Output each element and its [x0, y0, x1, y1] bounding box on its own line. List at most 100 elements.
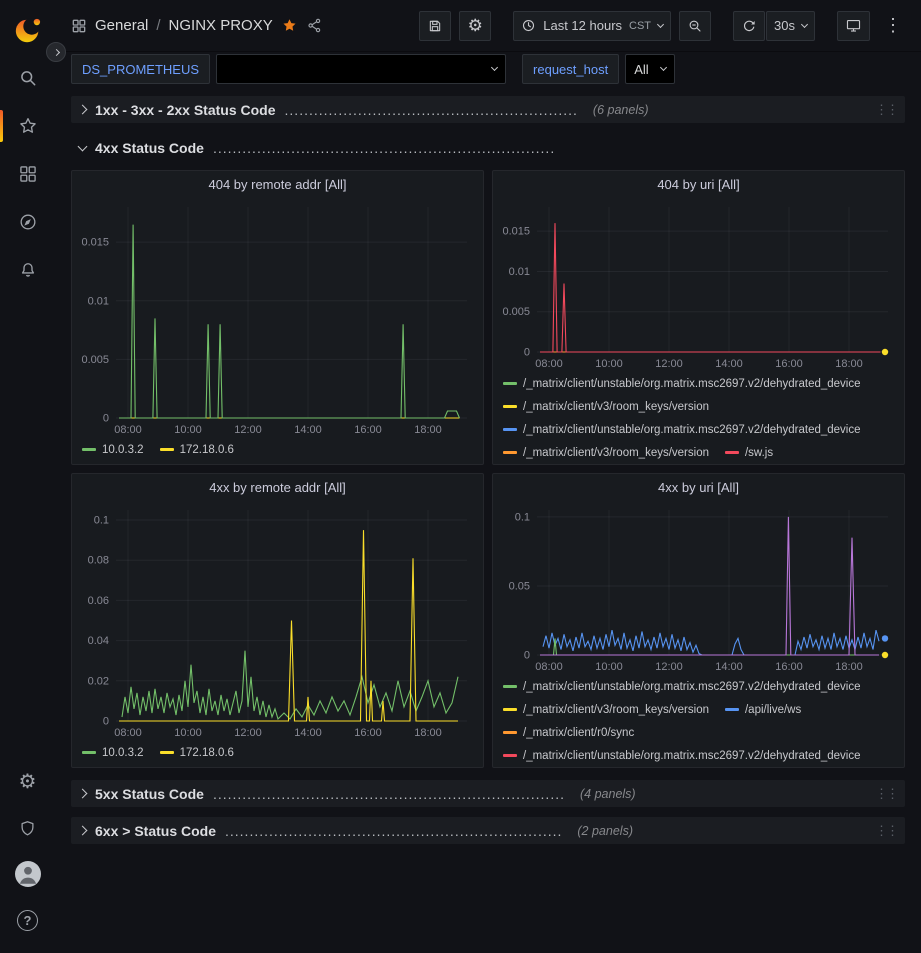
panel-title[interactable]: 404 by uri [All]	[493, 171, 904, 199]
main-area: General / NGINX PROXY ⚙	[55, 0, 921, 953]
save-icon	[427, 18, 443, 34]
request-host-value: All	[634, 62, 648, 77]
legend-series-swatch	[725, 451, 739, 454]
panel-404-by-uri: 404 by uri [All] 08:0010:0012:0014:0016:…	[492, 170, 905, 465]
svg-text:08:00: 08:00	[535, 358, 563, 370]
svg-text:08:00: 08:00	[114, 424, 142, 436]
svg-text:08:00: 08:00	[535, 661, 563, 673]
refresh-group: 30s	[733, 11, 815, 41]
dashboard-settings-button[interactable]: ⚙	[459, 11, 491, 41]
bell-icon	[18, 260, 38, 280]
refresh-interval-dropdown[interactable]: 30s	[766, 11, 815, 41]
legend-series-swatch	[725, 708, 739, 711]
sidebar-item-configuration[interactable]: ⚙	[0, 759, 55, 805]
row-drag-handle-icon[interactable]: ⋮⋮	[875, 823, 897, 839]
sidebar-item-server-admin[interactable]	[0, 805, 55, 851]
share-icon[interactable]	[306, 17, 323, 34]
sidebar-expand-button[interactable]	[46, 42, 66, 62]
svg-text:14:00: 14:00	[294, 424, 322, 436]
row-title-dots: ........................................…	[285, 102, 578, 118]
save-dashboard-button[interactable]	[419, 11, 451, 41]
sidebar-item-search[interactable]	[0, 54, 55, 102]
row-title: 1xx - 3xx - 2xx Status Code	[95, 102, 276, 118]
legend-item[interactable]: /sw.js	[725, 445, 773, 460]
svg-text:0.04: 0.04	[88, 635, 109, 647]
panel-legend: /_matrix/client/unstable/org.matrix.msc2…	[493, 675, 904, 767]
legend-item[interactable]: /_matrix/client/unstable/org.matrix.msc2…	[503, 422, 861, 437]
avatar	[15, 861, 41, 887]
panel-title[interactable]: 4xx by uri [All]	[493, 474, 904, 502]
svg-text:0.015: 0.015	[502, 226, 530, 238]
legend-item[interactable]: 172.18.0.6	[160, 745, 234, 760]
grafana-flame-icon	[13, 15, 43, 45]
legend-item[interactable]: 10.0.3.2	[82, 745, 144, 760]
svg-text:10:00: 10:00	[174, 424, 202, 436]
svg-text:0.005: 0.005	[81, 354, 109, 366]
row-drag-handle-icon[interactable]: ⋮⋮	[875, 786, 897, 802]
legend-item[interactable]: 10.0.3.2	[82, 442, 144, 457]
dashboard-row-5xx[interactable]: 5xx Status Code ........................…	[71, 780, 905, 807]
legend-item[interactable]: /_matrix/client/v3/room_keys/version	[503, 399, 709, 414]
variable-label-request-host[interactable]: request_host	[522, 54, 619, 84]
panel-title[interactable]: 4xx by remote addr [All]	[72, 474, 483, 502]
legend-series-swatch	[503, 754, 517, 757]
chevron-down-icon	[660, 64, 667, 71]
gear-icon: ⚙	[19, 772, 37, 792]
tv-mode-button[interactable]	[837, 11, 870, 41]
legend-item[interactable]: /_matrix/client/unstable/org.matrix.msc2…	[503, 748, 861, 763]
svg-text:16:00: 16:00	[354, 727, 382, 739]
help-icon: ?	[17, 910, 38, 931]
legend-item[interactable]: /api/live/ws	[725, 702, 801, 717]
legend-series-swatch	[82, 751, 96, 754]
dashboard-row-6xx[interactable]: 6xx > Status Code ......................…	[71, 817, 905, 844]
svg-text:16:00: 16:00	[775, 661, 803, 673]
legend-series-label: /_matrix/client/unstable/org.matrix.msc2…	[523, 378, 861, 390]
variable-label-ds-prometheus[interactable]: DS_PROMETHEUS	[71, 54, 210, 84]
sidebar-item-explore[interactable]	[0, 198, 55, 246]
legend-item[interactable]: /_matrix/client/r0/sync	[503, 725, 634, 740]
time-range-label: Last 12 hours	[543, 18, 622, 33]
svg-text:10:00: 10:00	[595, 358, 623, 370]
legend-item[interactable]: 172.18.0.6	[160, 442, 234, 457]
legend-series-label: /sw.js	[745, 447, 773, 459]
timeseries-chart: 08:0010:0012:0014:0016:0018:0000.0050.01…	[493, 199, 904, 372]
legend-series-swatch	[503, 731, 517, 734]
svg-text:0.015: 0.015	[81, 237, 109, 249]
chart-svg: 08:0010:0012:0014:0016:0018:0000.020.040…	[72, 502, 483, 741]
refresh-button[interactable]	[733, 11, 765, 41]
chevron-down-icon	[78, 141, 88, 151]
chevron-right-icon	[78, 789, 88, 799]
time-range-picker[interactable]: Last 12 hours CST	[513, 11, 671, 41]
timeseries-chart: 08:0010:0012:0014:0016:0018:0000.0050.01…	[72, 199, 483, 438]
sidebar-item-starred[interactable]	[0, 102, 55, 150]
legend-series-swatch	[503, 685, 517, 688]
dashboards-grid-icon	[18, 164, 38, 184]
sidebar-item-alerting[interactable]	[0, 246, 55, 294]
grafana-app: ⚙ ? General	[0, 0, 921, 953]
sidebar-item-help[interactable]: ?	[0, 897, 55, 943]
zoom-out-button[interactable]	[679, 11, 711, 41]
dashboard-row-4xx[interactable]: 4xx Status Code ........................…	[71, 134, 905, 161]
panel-title[interactable]: 404 by remote addr [All]	[72, 171, 483, 199]
request-host-value-select[interactable]: All	[625, 54, 675, 84]
legend-item[interactable]: /_matrix/client/unstable/org.matrix.msc2…	[503, 679, 861, 694]
chevron-down-icon	[491, 64, 498, 71]
legend-item[interactable]: /_matrix/client/v3/room_keys/version	[503, 445, 709, 460]
favorite-star-icon[interactable]	[281, 17, 298, 34]
svg-text:0.06: 0.06	[88, 595, 109, 607]
sidebar-item-profile[interactable]	[0, 851, 55, 897]
chevron-right-icon	[52, 48, 59, 55]
dashboard-row-1xx-3xx-2xx[interactable]: 1xx - 3xx - 2xx Status Code ............…	[71, 96, 905, 123]
breadcrumb-dashboard-title[interactable]: NGINX PROXY	[169, 17, 273, 34]
kebab-menu-icon[interactable]: ⋮	[878, 15, 907, 36]
sidebar-item-dashboards[interactable]	[0, 150, 55, 198]
legend-item[interactable]: /_matrix/client/v3/room_keys/version	[503, 702, 709, 717]
row-drag-handle-icon[interactable]: ⋮⋮	[875, 102, 897, 118]
panel-4xx-by-uri: 4xx by uri [All] 08:0010:0012:0014:0016:…	[492, 473, 905, 768]
svg-text:18:00: 18:00	[414, 424, 442, 436]
datasource-value-select[interactable]	[216, 54, 506, 84]
row-panel-count: (2 panels)	[577, 824, 633, 838]
breadcrumb-section[interactable]: General	[95, 17, 148, 34]
svg-text:0.1: 0.1	[94, 515, 109, 527]
legend-item[interactable]: /_matrix/client/unstable/org.matrix.msc2…	[503, 376, 861, 391]
